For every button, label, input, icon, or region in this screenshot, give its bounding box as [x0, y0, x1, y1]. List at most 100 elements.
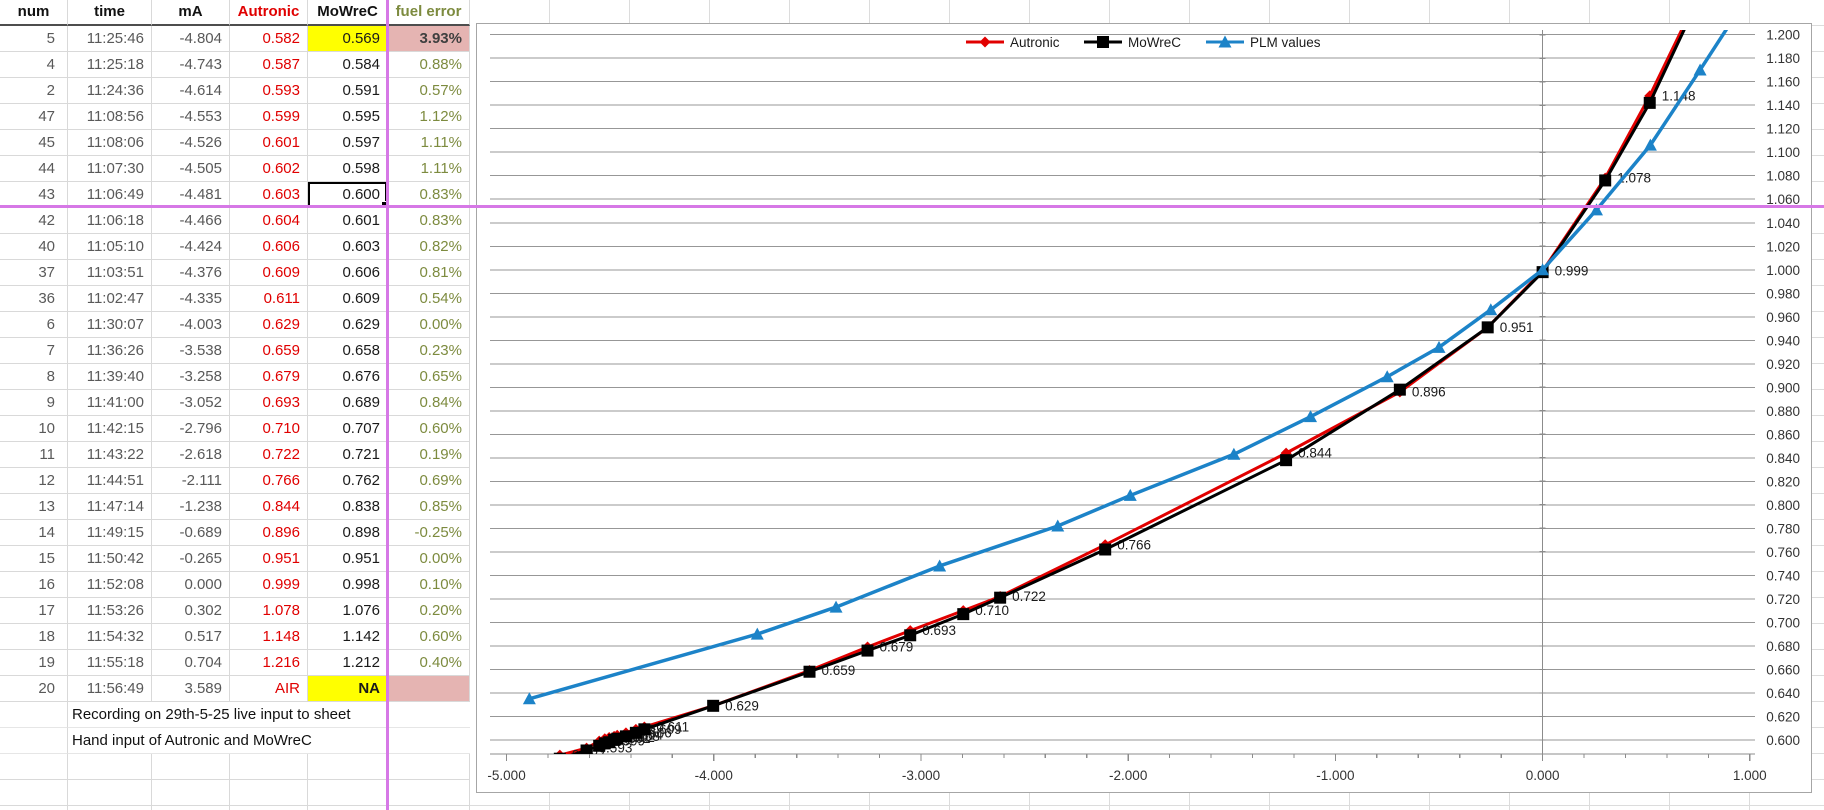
cell-fuel[interactable]: 0.57%	[388, 78, 470, 104]
cell-autronic[interactable]: 0.999	[230, 572, 308, 598]
cell-ma[interactable]: -4.335	[152, 286, 230, 312]
cell-time[interactable]: 11:56:49	[68, 676, 152, 702]
column-header-num[interactable]: num	[0, 0, 68, 26]
cell-autronic[interactable]: 1.078	[230, 598, 308, 624]
cell-mowrec[interactable]: 0.591	[308, 78, 388, 104]
cell-autronic[interactable]: 0.710	[230, 416, 308, 442]
cell-fuel[interactable]: 0.69%	[388, 468, 470, 494]
cell-num[interactable]: 7	[0, 338, 68, 364]
cell-num[interactable]: 42	[0, 208, 68, 234]
cell-mowrec[interactable]: 0.689	[308, 390, 388, 416]
cell-mowrec[interactable]: 0.597	[308, 130, 388, 156]
cell-time[interactable]: 11:07:30	[68, 156, 152, 182]
cell-mowrec[interactable]: 0.595	[308, 104, 388, 130]
cell-fuel[interactable]: 0.60%	[388, 624, 470, 650]
empty-cell[interactable]	[0, 780, 68, 806]
column-header-time[interactable]: time	[68, 0, 152, 26]
cell-time[interactable]: 11:30:07	[68, 312, 152, 338]
cell-num[interactable]: 4	[0, 52, 68, 78]
cell-num[interactable]: 14	[0, 520, 68, 546]
cell-autronic[interactable]: 0.601	[230, 130, 308, 156]
cell-fuel[interactable]: 0.83%	[388, 208, 470, 234]
cell-num[interactable]: 47	[0, 104, 68, 130]
empty-cell[interactable]	[230, 754, 308, 780]
empty-cell[interactable]	[230, 806, 308, 810]
cell-time[interactable]: 11:54:32	[68, 624, 152, 650]
cell-time[interactable]: 11:25:18	[68, 52, 152, 78]
cell-fuel[interactable]: 0.23%	[388, 338, 470, 364]
cell-autronic[interactable]: 0.593	[230, 78, 308, 104]
cell-autronic[interactable]: 0.604	[230, 208, 308, 234]
cell-time[interactable]: 11:42:15	[68, 416, 152, 442]
cell-num[interactable]: 8	[0, 364, 68, 390]
cell-time[interactable]: 11:25:46	[68, 26, 152, 52]
empty-cell[interactable]	[308, 806, 388, 810]
cell-num[interactable]: 19	[0, 650, 68, 676]
cell-ma[interactable]: -0.265	[152, 546, 230, 572]
empty-cell[interactable]	[152, 780, 230, 806]
cell-autronic[interactable]: 0.844	[230, 494, 308, 520]
cell-mowrec[interactable]: 0.998	[308, 572, 388, 598]
cell-fuel[interactable]: 0.40%	[388, 650, 470, 676]
cell-mowrec[interactable]: NA	[308, 676, 388, 702]
cell-mowrec[interactable]: 0.629	[308, 312, 388, 338]
cell-fuel[interactable]: 0.88%	[388, 52, 470, 78]
cell-time[interactable]: 11:50:42	[68, 546, 152, 572]
cell-fuel[interactable]: 0.60%	[388, 416, 470, 442]
empty-cell[interactable]	[388, 754, 470, 780]
cell-autronic[interactable]: 0.606	[230, 234, 308, 260]
cell-fuel[interactable]: 0.00%	[388, 312, 470, 338]
cell-num[interactable]: 18	[0, 624, 68, 650]
cell-fuel[interactable]: 0.54%	[388, 286, 470, 312]
cell-mowrec[interactable]: 0.584	[308, 52, 388, 78]
cell-num[interactable]: 17	[0, 598, 68, 624]
cell-ma[interactable]: -2.111	[152, 468, 230, 494]
cell-time[interactable]: 11:06:18	[68, 208, 152, 234]
empty-cell[interactable]	[68, 806, 152, 810]
cell-ma[interactable]: -3.258	[152, 364, 230, 390]
cell-autronic[interactable]: 0.679	[230, 364, 308, 390]
cell-fuel[interactable]: 1.12%	[388, 104, 470, 130]
empty-cell[interactable]	[68, 754, 152, 780]
cell-time[interactable]: 11:39:40	[68, 364, 152, 390]
cell-ma[interactable]: -3.538	[152, 338, 230, 364]
cell-num[interactable]: 37	[0, 260, 68, 286]
cell-mowrec[interactable]: 1.212	[308, 650, 388, 676]
cell-ma[interactable]: 0.517	[152, 624, 230, 650]
cell-num[interactable]: 45	[0, 130, 68, 156]
cell-fuel[interactable]: 0.82%	[388, 234, 470, 260]
cell-autronic[interactable]: 0.766	[230, 468, 308, 494]
cell-time[interactable]: 11:53:26	[68, 598, 152, 624]
cell-ma[interactable]: -4.614	[152, 78, 230, 104]
cell-mowrec[interactable]: 0.601	[308, 208, 388, 234]
cell-autronic[interactable]: 0.722	[230, 442, 308, 468]
cell-fuel[interactable]: 0.19%	[388, 442, 470, 468]
cell-mowrec[interactable]: 0.606	[308, 260, 388, 286]
cell-time[interactable]: 11:08:56	[68, 104, 152, 130]
cell-mowrec[interactable]: 0.721	[308, 442, 388, 468]
empty-cell[interactable]	[0, 754, 68, 780]
cell-ma[interactable]: -4.376	[152, 260, 230, 286]
cell-autronic[interactable]: 0.693	[230, 390, 308, 416]
cell-fuel[interactable]: 0.65%	[388, 364, 470, 390]
column-header-autronic[interactable]: Autronic	[230, 0, 308, 26]
column-header-ma[interactable]: mA	[152, 0, 230, 26]
cell-time[interactable]: 11:49:15	[68, 520, 152, 546]
cell-autronic[interactable]: 1.148	[230, 624, 308, 650]
empty-cell[interactable]	[308, 780, 388, 806]
cell-autronic[interactable]: 0.951	[230, 546, 308, 572]
cell-time[interactable]: 11:24:36	[68, 78, 152, 104]
cell-mowrec[interactable]: 0.676	[308, 364, 388, 390]
cell-fuel[interactable]: 1.11%	[388, 130, 470, 156]
cell-fuel[interactable]: 0.10%	[388, 572, 470, 598]
sheet-note[interactable]: Recording on 29th-5-25 live input to she…	[68, 702, 470, 728]
cell-num[interactable]: 20	[0, 676, 68, 702]
cell-mowrec[interactable]: 1.076	[308, 598, 388, 624]
cell-ma[interactable]: 0.000	[152, 572, 230, 598]
cell-ma[interactable]: -4.743	[152, 52, 230, 78]
empty-cell[interactable]	[68, 780, 152, 806]
cell-autronic[interactable]: 0.629	[230, 312, 308, 338]
cell-mowrec[interactable]: 0.569	[308, 26, 388, 52]
cell-ma[interactable]: 3.589	[152, 676, 230, 702]
cell-fuel[interactable]: 0.20%	[388, 598, 470, 624]
